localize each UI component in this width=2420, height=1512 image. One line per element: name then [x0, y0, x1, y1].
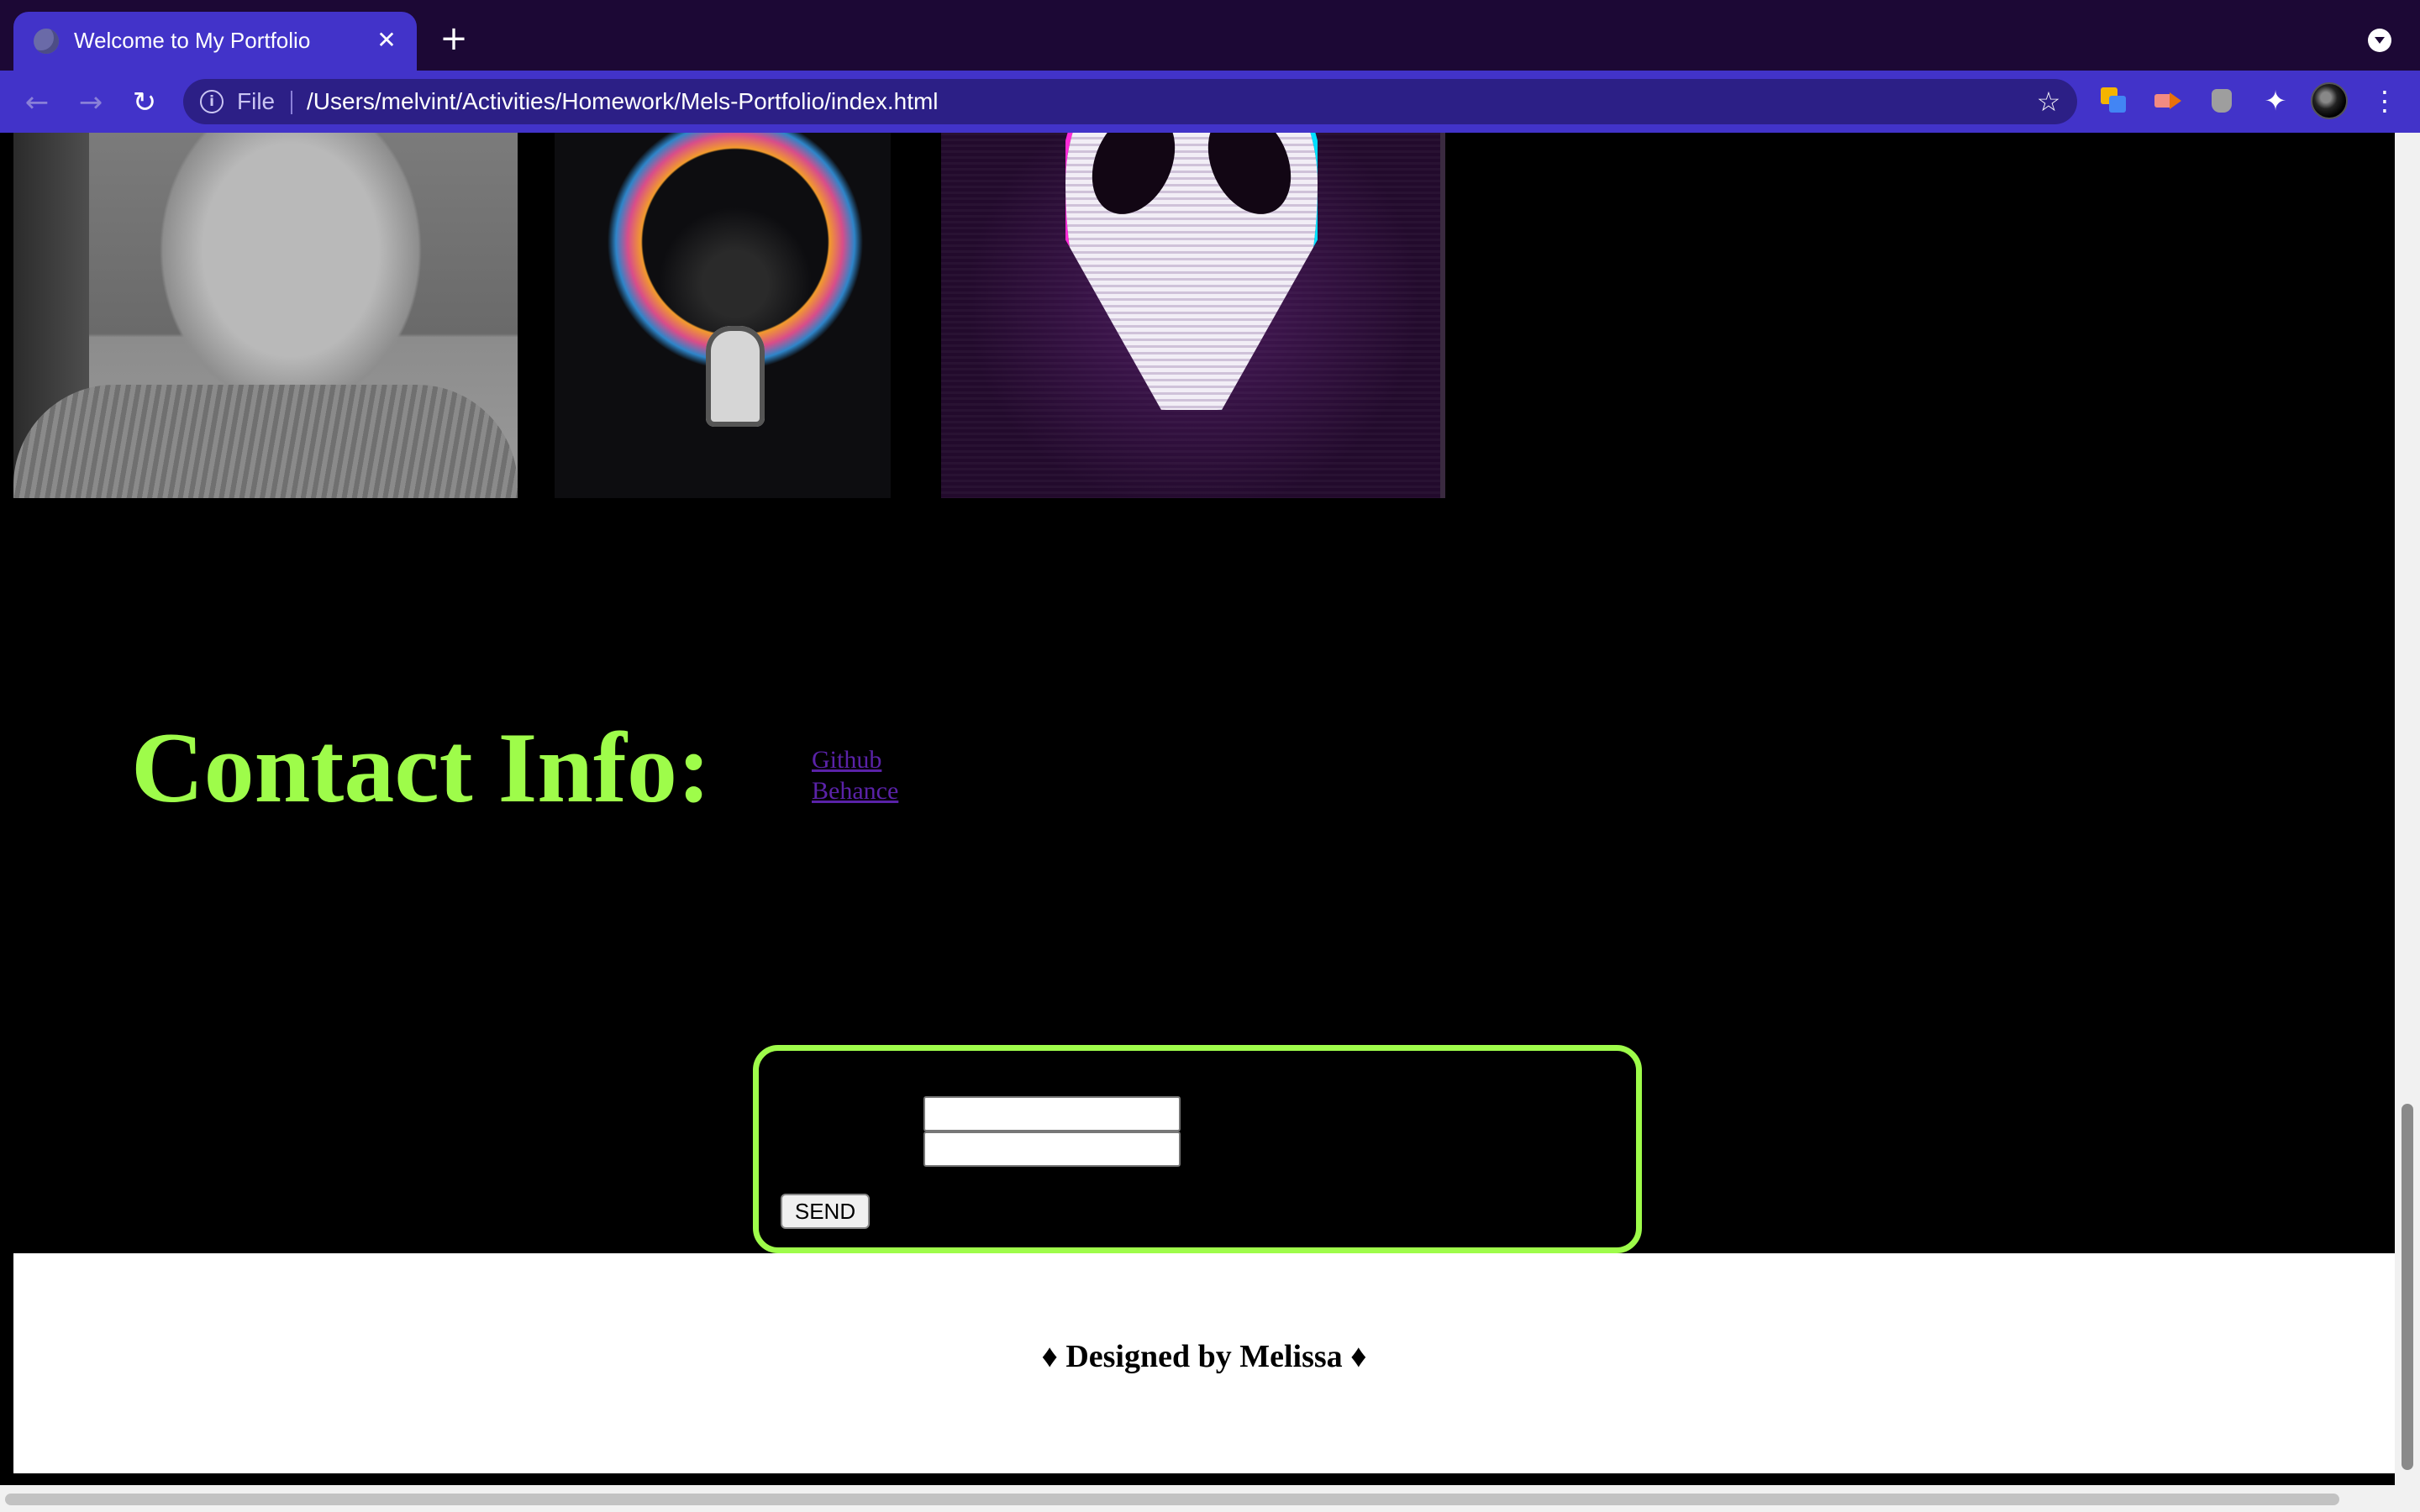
globe-icon — [34, 29, 59, 54]
info-icon[interactable]: i — [200, 90, 224, 113]
vertical-scroll-thumb[interactable] — [2402, 1104, 2413, 1470]
send-button[interactable]: SEND — [781, 1194, 870, 1229]
vertical-scrollbar[interactable] — [2395, 133, 2420, 1485]
browser-menu-icon[interactable]: ⋮ — [2370, 82, 2400, 119]
extension-slides-icon[interactable] — [2097, 84, 2131, 118]
github-link[interactable]: Github — [812, 744, 898, 775]
contact-links: Github Behance — [812, 744, 898, 806]
bookmark-star-icon[interactable]: ☆ — [2032, 85, 2065, 118]
extension-github-icon[interactable] — [2205, 84, 2238, 118]
contact-form: SEND — [753, 1045, 1642, 1253]
astronaut-artwork — [555, 133, 891, 498]
scheme-label: File — [237, 88, 276, 114]
browser-toolbar: ← → ↻ i File /Users/melvint/Activities/H… — [0, 71, 2420, 133]
browser-tab[interactable]: Welcome to My Portfolio ✕ — [13, 12, 417, 71]
extensions-puzzle-icon[interactable]: ✦ — [2257, 82, 2294, 119]
extension-screencast-icon[interactable] — [2151, 84, 2185, 118]
address-bar[interactable]: i File /Users/melvint/Activities/Homewor… — [183, 79, 2077, 124]
tab-title: Welcome to My Portfolio — [74, 28, 311, 53]
close-tab-icon[interactable]: ✕ — [370, 24, 403, 57]
horizontal-scroll-thumb[interactable] — [5, 1494, 2339, 1505]
alien-artwork — [941, 133, 1445, 498]
new-tab-button[interactable]: + — [437, 22, 471, 55]
tab-search-icon[interactable] — [2368, 29, 2391, 52]
footer-credit: ♦ Designed by Melissa ♦ — [1041, 1339, 1367, 1374]
url-separator — [291, 91, 292, 114]
page-viewport: Contact Info: Github Behance SEND ♦ Desi… — [0, 133, 2395, 1485]
footer: ♦ Designed by Melissa ♦ — [13, 1253, 2395, 1473]
profile-avatar[interactable] — [2311, 82, 2348, 119]
url-text[interactable]: /Users/melvint/Activities/Homework/Mels-… — [307, 87, 939, 117]
portrait-photo — [13, 133, 518, 498]
forward-button[interactable]: → — [72, 84, 109, 121]
form-input-1[interactable] — [923, 1096, 1181, 1131]
horizontal-scrollbar[interactable] — [0, 1485, 2420, 1512]
reload-button[interactable]: ↻ — [126, 84, 163, 121]
contact-title: Contact Info: — [131, 711, 711, 823]
form-input-2[interactable] — [923, 1131, 1181, 1167]
behance-link[interactable]: Behance — [812, 775, 898, 806]
browser-titlebar: Welcome to My Portfolio ✕ + — [0, 0, 2420, 71]
back-button[interactable]: ← — [18, 84, 55, 121]
